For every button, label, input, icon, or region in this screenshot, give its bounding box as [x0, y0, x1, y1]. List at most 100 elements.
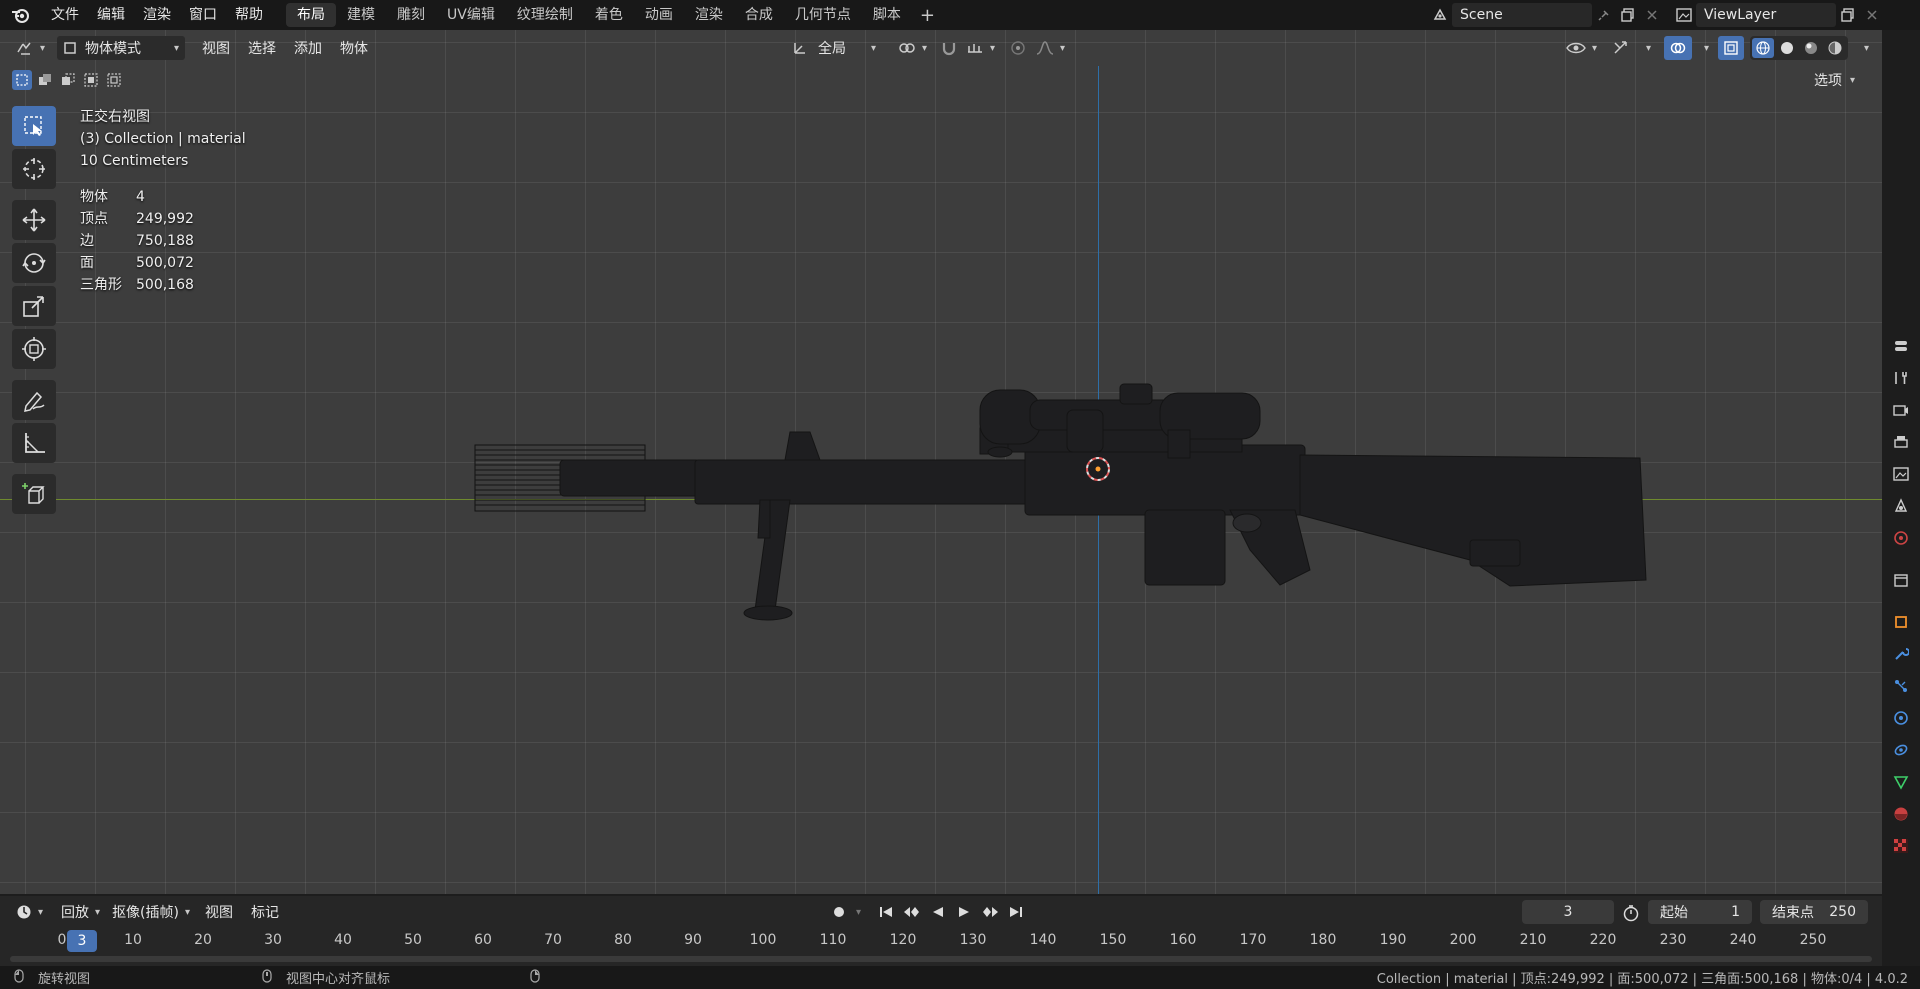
menu-render[interactable]: 渲染: [134, 0, 180, 30]
select-new-icon[interactable]: [12, 70, 32, 90]
new-scene-icon[interactable]: [1616, 3, 1640, 27]
timeline-menu-view[interactable]: 视图: [196, 902, 242, 922]
physics-tab[interactable]: [1882, 702, 1920, 734]
shading-dropdown[interactable]: ▾: [1852, 36, 1875, 60]
tab-scripting[interactable]: 脚本: [862, 3, 912, 27]
playback-dropdown[interactable]: 回放 ▾: [55, 900, 106, 924]
tool-tab[interactable]: [1882, 362, 1920, 394]
texture-tab[interactable]: [1882, 830, 1920, 862]
tab-texture-paint[interactable]: 纹理绘制: [506, 3, 584, 27]
select-extend-icon[interactable]: [35, 70, 55, 90]
end-frame-field[interactable]: 结束点 250: [1760, 900, 1868, 924]
annotate-tool[interactable]: [12, 380, 56, 420]
tab-geometry-nodes[interactable]: 几何节点: [784, 3, 862, 27]
material-preview-shading-icon[interactable]: [1800, 38, 1822, 58]
proportional-falloff-dropdown[interactable]: ▾: [1030, 36, 1071, 60]
tab-shading[interactable]: 着色: [584, 3, 634, 27]
timeline-menu-marker[interactable]: 标记: [242, 902, 288, 922]
pivot-point-dropdown[interactable]: ▾: [892, 36, 933, 60]
gizmo-toggle[interactable]: [1606, 36, 1636, 60]
material-tab[interactable]: [1882, 798, 1920, 830]
xray-toggle[interactable]: [1718, 36, 1744, 60]
scene-icon[interactable]: [1428, 3, 1452, 27]
overlays-dropdown[interactable]: ▾: [1692, 36, 1715, 60]
jump-end-button[interactable]: [1005, 900, 1027, 924]
editor-type-dropdown[interactable]: ▾: [10, 36, 51, 60]
rendered-shading-icon[interactable]: [1824, 38, 1846, 58]
menu-view[interactable]: 视图: [193, 38, 239, 58]
measure-tool[interactable]: [12, 423, 56, 463]
view-layer-icon[interactable]: [1672, 3, 1696, 27]
tab-layout[interactable]: 布局: [286, 3, 336, 27]
stopwatch-icon[interactable]: [1622, 904, 1640, 926]
tab-sculpting[interactable]: 雕刻: [386, 3, 436, 27]
output-tab[interactable]: [1882, 426, 1920, 458]
mode-dropdown[interactable]: 物体模式 ▾: [57, 36, 186, 60]
snap-target-dropdown[interactable]: ▾: [960, 36, 1001, 60]
menu-select[interactable]: 选择: [239, 38, 285, 58]
blender-logo-icon[interactable]: [0, 0, 42, 30]
playhead-frame-indicator[interactable]: 3: [67, 930, 97, 952]
keying-dropdown[interactable]: 抠像(插帧) ▾: [106, 900, 196, 924]
next-keyframe-button[interactable]: [979, 900, 1001, 924]
record-button[interactable]: [826, 900, 852, 924]
transform-tool[interactable]: [12, 329, 56, 369]
tab-modeling[interactable]: 建模: [336, 3, 386, 27]
timeline-editor-type-dropdown[interactable]: ▾: [10, 900, 49, 924]
menu-object[interactable]: 物体: [331, 38, 377, 58]
timeline-scrollbar[interactable]: [10, 956, 1872, 962]
modifier-tab[interactable]: [1882, 638, 1920, 670]
menu-add[interactable]: 添加: [285, 38, 331, 58]
jump-start-button[interactable]: [875, 900, 897, 924]
start-frame-field[interactable]: 起始 1: [1648, 900, 1752, 924]
rifle-model[interactable]: [470, 370, 1650, 660]
select-box-tool[interactable]: [12, 106, 56, 146]
object-tab[interactable]: [1882, 606, 1920, 638]
menu-edit[interactable]: 编辑: [88, 0, 134, 30]
scene-tab[interactable]: [1882, 490, 1920, 522]
visibility-dropdown[interactable]: ▾: [1560, 36, 1603, 60]
tool-settings-tab[interactable]: [1882, 330, 1920, 362]
frame-ruler[interactable]: 0 10 20 30 40 50 60 70 80 90 100 110 120…: [0, 930, 1882, 954]
particles-tab[interactable]: [1882, 670, 1920, 702]
gizmo-dropdown[interactable]: ▾: [1634, 36, 1657, 60]
solid-shading-icon[interactable]: [1776, 38, 1798, 58]
constraints-tab[interactable]: [1882, 734, 1920, 766]
transform-orientation-dropdown[interactable]: 全局 ▾: [786, 36, 882, 60]
tab-uv-editing[interactable]: UV编辑: [436, 3, 506, 27]
close-scene-icon[interactable]: [1640, 3, 1664, 27]
wireframe-shading-icon[interactable]: [1752, 38, 1774, 58]
cursor-tool[interactable]: [12, 149, 56, 189]
select-subtract-icon[interactable]: [58, 70, 78, 90]
render-tab[interactable]: [1882, 394, 1920, 426]
menu-help[interactable]: 帮助: [226, 0, 272, 30]
select-invert-icon[interactable]: [81, 70, 101, 90]
view-layer-tab[interactable]: [1882, 458, 1920, 490]
play-button[interactable]: [953, 900, 975, 924]
collection-tab[interactable]: [1882, 564, 1920, 596]
menu-file[interactable]: 文件: [42, 0, 88, 30]
scene-name-field[interactable]: Scene: [1452, 3, 1592, 27]
tab-rendering[interactable]: 渲染: [684, 3, 734, 27]
world-tab[interactable]: [1882, 522, 1920, 554]
add-cube-tool[interactable]: [12, 474, 56, 514]
view-layer-name-field[interactable]: ViewLayer: [1696, 3, 1836, 27]
tab-compositing[interactable]: 合成: [734, 3, 784, 27]
add-workspace-button[interactable]: +: [912, 5, 943, 26]
prev-keyframe-button[interactable]: [901, 900, 923, 924]
play-reverse-button[interactable]: [927, 900, 949, 924]
pin-icon[interactable]: [1592, 3, 1616, 27]
close-view-layer-icon[interactable]: [1860, 3, 1884, 27]
new-view-layer-icon[interactable]: [1836, 3, 1860, 27]
overlays-toggle[interactable]: [1664, 36, 1692, 60]
tab-animation[interactable]: 动画: [634, 3, 684, 27]
data-tab[interactable]: [1882, 766, 1920, 798]
proportional-editing-toggle[interactable]: [1004, 36, 1032, 60]
rotate-tool[interactable]: [12, 243, 56, 283]
move-tool[interactable]: [12, 200, 56, 240]
3d-viewport[interactable]: [0, 30, 1882, 894]
options-dropdown[interactable]: 选项 ▾: [1814, 69, 1855, 91]
menu-window[interactable]: 窗口: [180, 0, 226, 30]
select-intersect-icon[interactable]: [104, 70, 124, 90]
current-frame-field[interactable]: 3: [1522, 900, 1614, 924]
